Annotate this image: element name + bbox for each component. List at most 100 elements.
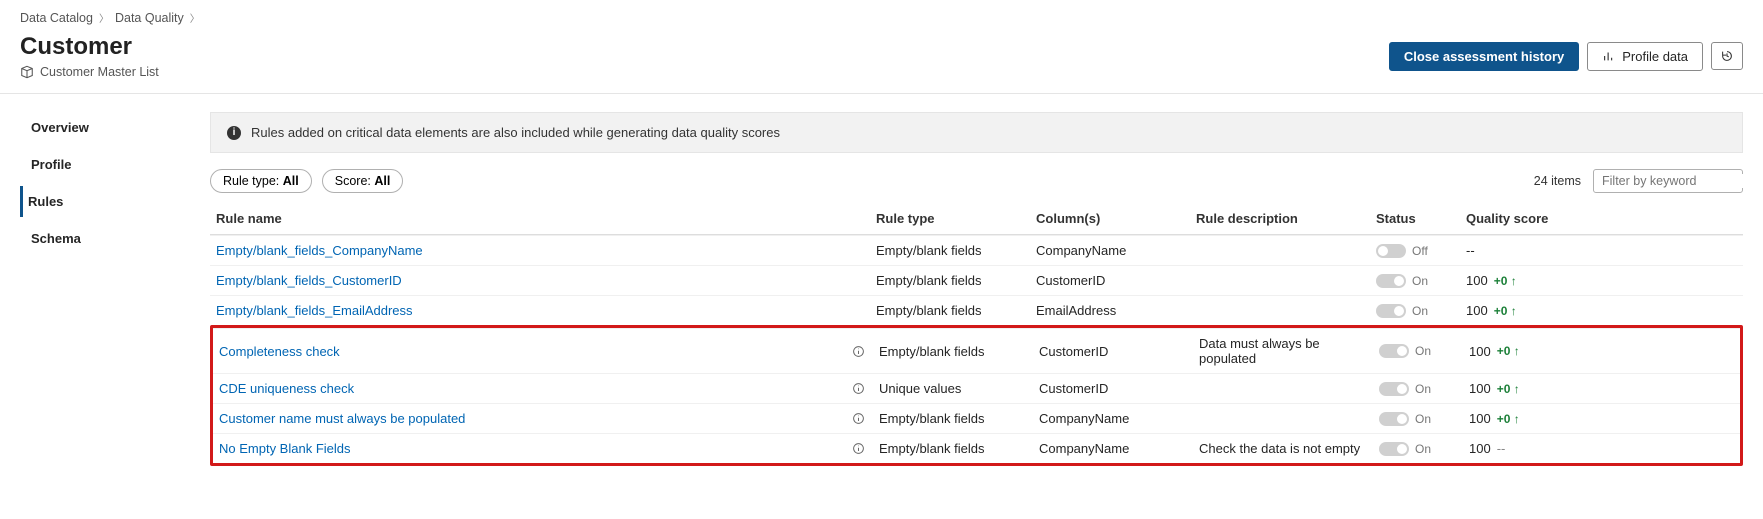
columns-cell: CompanyName bbox=[1039, 441, 1199, 456]
status-label: On bbox=[1412, 304, 1428, 318]
score-value: 100 bbox=[1469, 441, 1491, 456]
info-text: Rules added on critical data elements ar… bbox=[251, 125, 780, 140]
col-rule-name: Rule name bbox=[216, 211, 876, 226]
status-label: On bbox=[1412, 274, 1428, 288]
filter-score-value: All bbox=[374, 174, 390, 188]
info-icon[interactable] bbox=[852, 412, 865, 425]
rule-name-link[interactable]: Customer name must always be populated bbox=[219, 411, 465, 426]
rules-table: Rule name Rule type Column(s) Rule descr… bbox=[210, 203, 1743, 466]
columns-cell: CustomerID bbox=[1039, 344, 1199, 359]
rule-name-link[interactable]: CDE uniqueness check bbox=[219, 381, 354, 396]
history-icon bbox=[1720, 49, 1734, 63]
table-row: Empty/blank_fields_CompanyName Empty/bla… bbox=[210, 235, 1743, 265]
status-toggle[interactable] bbox=[1376, 304, 1406, 318]
score-value: 100 bbox=[1469, 344, 1491, 359]
rule-type-cell: Unique values bbox=[879, 381, 1039, 396]
status-toggle[interactable] bbox=[1376, 274, 1406, 288]
subtitle-text: Customer Master List bbox=[40, 65, 159, 79]
score-trend: +0 ↑ bbox=[1497, 382, 1520, 396]
rule-name-link[interactable]: Completeness check bbox=[219, 344, 340, 359]
filter-score-label: Score: bbox=[335, 174, 371, 188]
description-cell: Check the data is not empty bbox=[1199, 441, 1379, 456]
info-icon: i bbox=[227, 126, 241, 140]
rule-type-cell: Empty/blank fields bbox=[876, 273, 1036, 288]
col-score: Quality score bbox=[1466, 211, 1556, 226]
sidebar-item-rules[interactable]: Rules bbox=[20, 186, 190, 217]
columns-cell: CompanyName bbox=[1039, 411, 1199, 426]
status-toggle[interactable] bbox=[1376, 244, 1406, 258]
columns-cell: CustomerID bbox=[1039, 381, 1199, 396]
subtitle: Customer Master List bbox=[20, 65, 159, 79]
breadcrumb: Data Catalog 〉 Data Quality 〉 bbox=[20, 10, 1743, 25]
rule-type-cell: Empty/blank fields bbox=[876, 243, 1036, 258]
rule-type-cell: Empty/blank fields bbox=[876, 303, 1036, 318]
score-value: 100 bbox=[1466, 303, 1488, 318]
info-icon[interactable] bbox=[852, 345, 865, 358]
score-value: -- bbox=[1466, 243, 1475, 258]
table-row: Empty/blank_fields_EmailAddress Empty/bl… bbox=[210, 295, 1743, 325]
columns-cell: CompanyName bbox=[1036, 243, 1196, 258]
profile-data-button[interactable]: Profile data bbox=[1587, 42, 1703, 71]
filter-rule-type-label: Rule type: bbox=[223, 174, 279, 188]
sidebar-item-schema[interactable]: Schema bbox=[20, 223, 190, 254]
status-label: On bbox=[1415, 412, 1431, 426]
info-icon[interactable] bbox=[852, 382, 865, 395]
chevron-right-icon: 〉 bbox=[99, 10, 109, 25]
filter-score[interactable]: Score: All bbox=[322, 169, 404, 193]
search-input[interactable] bbox=[1602, 174, 1763, 188]
rule-type-cell: Empty/blank fields bbox=[879, 411, 1039, 426]
bar-chart-icon bbox=[1602, 49, 1616, 63]
description-cell: Data must always be populated bbox=[1199, 336, 1379, 366]
table-row: Empty/blank_fields_CustomerID Empty/blan… bbox=[210, 265, 1743, 295]
cube-icon bbox=[20, 65, 34, 79]
history-button[interactable] bbox=[1711, 42, 1743, 70]
table-row: Completeness check Empty/blank fields Cu… bbox=[213, 328, 1740, 373]
status-toggle[interactable] bbox=[1379, 412, 1409, 426]
score-trend: -- bbox=[1497, 441, 1506, 456]
rule-type-cell: Empty/blank fields bbox=[879, 344, 1039, 359]
score-trend: +0 ↑ bbox=[1494, 274, 1517, 288]
breadcrumb-item[interactable]: Data Quality bbox=[115, 11, 184, 25]
status-toggle[interactable] bbox=[1379, 382, 1409, 396]
status-label: On bbox=[1415, 382, 1431, 396]
status-label: On bbox=[1415, 442, 1431, 456]
table-row: Customer name must always be populated E… bbox=[213, 403, 1740, 433]
sidebar: Overview Profile Rules Schema bbox=[0, 112, 190, 466]
sidebar-item-overview[interactable]: Overview bbox=[20, 112, 190, 143]
breadcrumb-item[interactable]: Data Catalog bbox=[20, 11, 93, 25]
columns-cell: EmailAddress bbox=[1036, 303, 1196, 318]
score-value: 100 bbox=[1469, 411, 1491, 426]
col-columns: Column(s) bbox=[1036, 211, 1196, 226]
items-count: 24 items bbox=[1534, 174, 1581, 188]
score-trend: +0 ↑ bbox=[1497, 412, 1520, 426]
score-value: 100 bbox=[1469, 381, 1491, 396]
table-row: No Empty Blank Fields Empty/blank fields… bbox=[213, 433, 1740, 463]
col-description: Rule description bbox=[1196, 211, 1376, 226]
filter-rule-type[interactable]: Rule type: All bbox=[210, 169, 312, 193]
col-status: Status bbox=[1376, 211, 1466, 226]
sidebar-item-profile[interactable]: Profile bbox=[20, 149, 190, 180]
status-toggle[interactable] bbox=[1379, 344, 1409, 358]
info-bar: i Rules added on critical data elements … bbox=[210, 112, 1743, 153]
columns-cell: CustomerID bbox=[1036, 273, 1196, 288]
rule-name-link[interactable]: No Empty Blank Fields bbox=[219, 441, 351, 456]
rule-type-cell: Empty/blank fields bbox=[879, 441, 1039, 456]
score-trend: +0 ↑ bbox=[1494, 304, 1517, 318]
col-rule-type: Rule type bbox=[876, 211, 1036, 226]
rule-name-link[interactable]: Empty/blank_fields_CompanyName bbox=[216, 243, 423, 258]
profile-data-label: Profile data bbox=[1622, 49, 1688, 64]
rule-name-link[interactable]: Empty/blank_fields_CustomerID bbox=[216, 273, 402, 288]
score-trend: +0 ↑ bbox=[1497, 344, 1520, 358]
page-title: Customer bbox=[20, 33, 159, 61]
status-label: Off bbox=[1412, 244, 1428, 258]
status-label: On bbox=[1415, 344, 1431, 358]
score-value: 100 bbox=[1466, 273, 1488, 288]
search-box[interactable] bbox=[1593, 169, 1743, 193]
status-toggle[interactable] bbox=[1379, 442, 1409, 456]
close-assessment-button[interactable]: Close assessment history bbox=[1389, 42, 1579, 71]
table-row: CDE uniqueness check Unique values Custo… bbox=[213, 373, 1740, 403]
chevron-right-icon: 〉 bbox=[190, 10, 200, 25]
info-icon[interactable] bbox=[852, 442, 865, 455]
filter-rule-type-value: All bbox=[283, 174, 299, 188]
rule-name-link[interactable]: Empty/blank_fields_EmailAddress bbox=[216, 303, 413, 318]
